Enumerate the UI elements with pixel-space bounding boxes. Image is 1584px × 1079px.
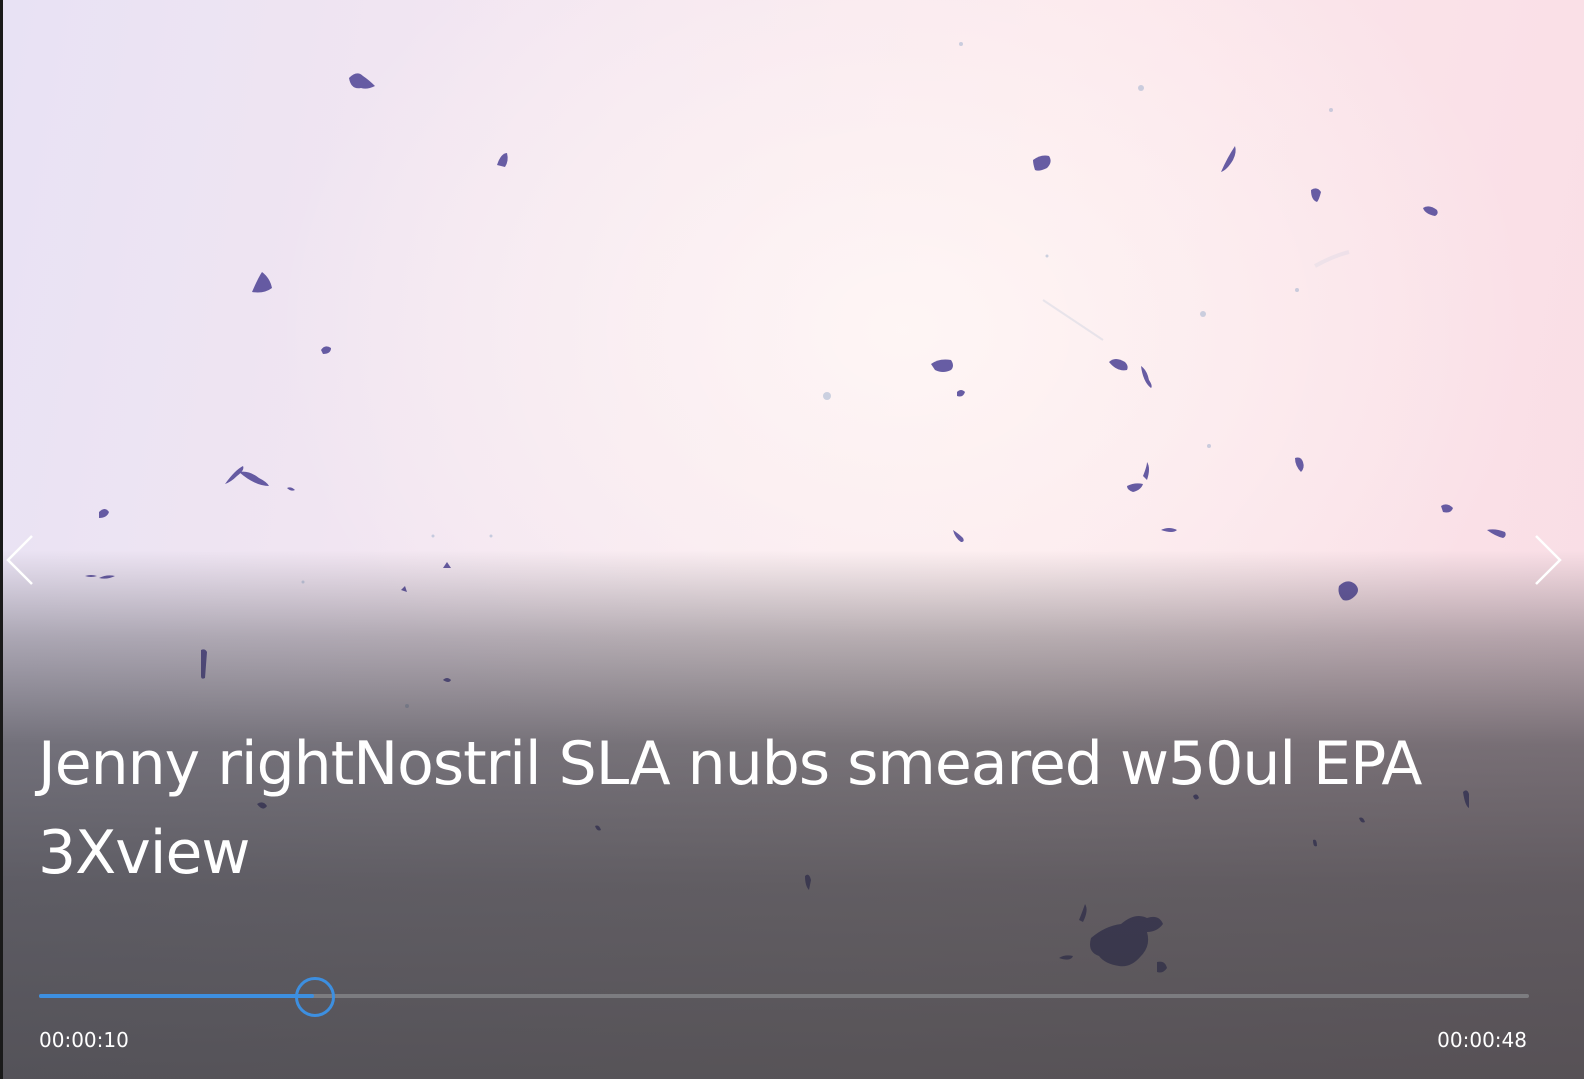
chevron-left-icon — [6, 535, 33, 585]
seek-bar[interactable] — [39, 976, 1529, 1017]
media-viewer: Jenny rightNostril SLA nubs smeared w50u… — [0, 0, 1584, 1079]
chevron-right-icon — [1535, 535, 1562, 585]
caption-gradient-overlay — [3, 0, 1584, 1079]
seek-thumb[interactable] — [295, 977, 336, 1017]
seek-progress-fill — [39, 994, 315, 998]
microscope-image — [3, 0, 1584, 1079]
elapsed-time: 00:00:10 — [39, 1028, 129, 1052]
next-button[interactable] — [1528, 530, 1568, 590]
media-title: Jenny rightNostril SLA nubs smeared w50u… — [38, 729, 1422, 888]
previous-button[interactable] — [2, 530, 42, 590]
total-duration: 00:00:48 — [1437, 1028, 1527, 1052]
